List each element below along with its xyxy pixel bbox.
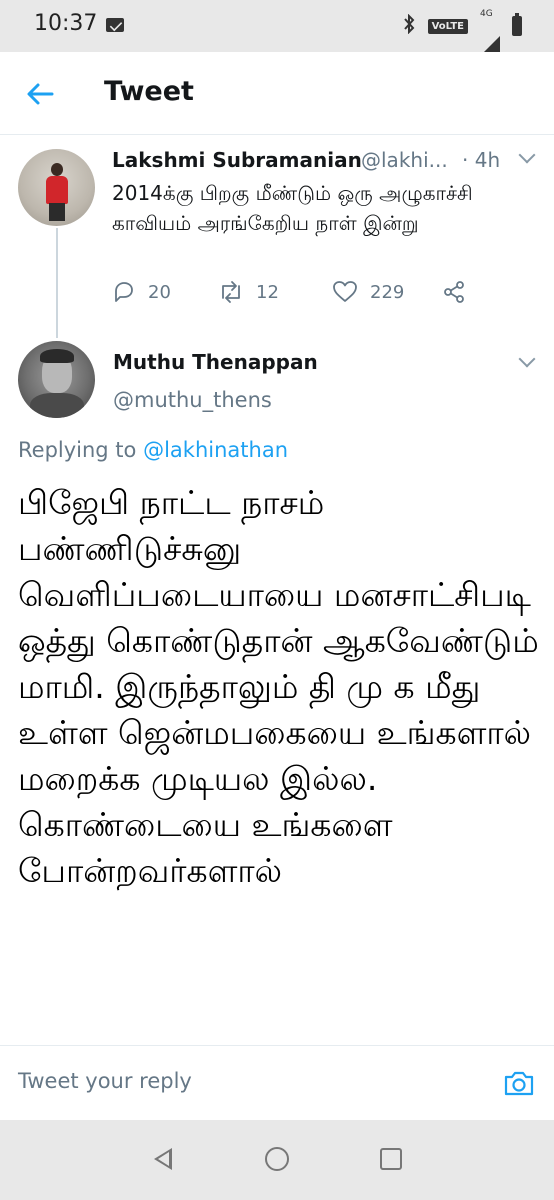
camera-icon[interactable] (503, 1068, 535, 1098)
reply-input[interactable]: Tweet your reply (18, 1069, 192, 1093)
reply-icon (115, 282, 133, 302)
reply-count: 20 (148, 281, 171, 303)
signal-icon: 4G (480, 9, 500, 56)
message-notification-icon (106, 18, 124, 32)
thread-connector (56, 228, 58, 338)
reply-bar: Tweet your reply (0, 1045, 554, 1121)
like-button[interactable]: 229 (332, 280, 404, 304)
tweet-text: 2014க்கு பிறகு மீண்டும் ஒரு அழுகாச்சி கா… (112, 181, 473, 235)
bluetooth-icon (402, 13, 416, 38)
retweet-icon (222, 281, 240, 303)
like-count: 229 (370, 281, 405, 303)
avatar[interactable] (18, 341, 95, 418)
chevron-down-icon[interactable] (518, 350, 536, 368)
app-header: Tweet (0, 52, 554, 135)
avatar[interactable] (18, 149, 95, 226)
nav-home-icon[interactable] (265, 1147, 289, 1171)
nav-back-icon[interactable] (154, 1148, 172, 1170)
status-bar: 10:37 VoLTE 4G (0, 0, 554, 56)
heart-icon (333, 281, 357, 302)
nav-recents-icon[interactable] (380, 1148, 402, 1170)
tweet-timestamp: · 4h (462, 148, 501, 172)
replying-label: Replying to (18, 438, 137, 462)
status-icons: VoLTE 4G (402, 9, 522, 56)
back-arrow-icon[interactable] (24, 78, 56, 110)
tweet-actions: 20 12 229 (112, 280, 512, 312)
mention-link[interactable]: @lakhinathan (143, 438, 288, 462)
tweet-text: பிஜேபி நாட்ட நாசம் பண்ணிடுச்சுனு வெளிப்ப… (18, 483, 539, 890)
retweet-count: 12 (256, 281, 279, 303)
system-nav-bar (0, 1120, 554, 1200)
author-handle[interactable]: @muthu_thens (113, 388, 272, 412)
author-name[interactable]: Muthu Thenappan (113, 350, 318, 374)
share-button[interactable] (442, 280, 478, 304)
share-icon (444, 281, 464, 303)
status-time: 10:37 (34, 11, 98, 36)
author-name[interactable]: Lakshmi Subramanian (112, 148, 362, 172)
network-type-label: 4G (480, 8, 493, 19)
replying-to: Replying to @lakhinathan (18, 438, 288, 462)
chevron-down-icon[interactable] (518, 146, 536, 164)
tweet-thread: Lakshmi Subramanian @lakhi... · 4h 2014க… (0, 134, 554, 1045)
author-handle[interactable]: @lakhi... (361, 148, 448, 172)
reply-button[interactable]: 20 (112, 280, 171, 304)
retweet-button[interactable]: 12 (218, 280, 279, 304)
page-title: Tweet (104, 76, 194, 107)
battery-icon (512, 13, 522, 36)
volte-badge: VoLTE (427, 18, 468, 34)
